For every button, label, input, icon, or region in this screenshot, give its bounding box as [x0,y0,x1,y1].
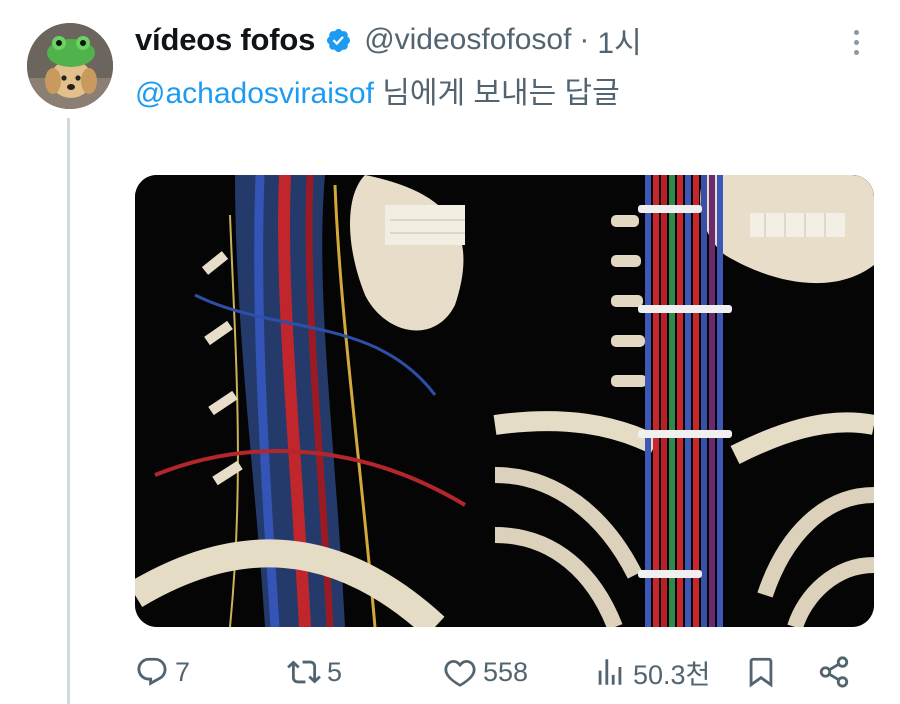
share-icon [817,655,851,689]
view-count: 50.3천 [633,659,711,690]
more-vertical-icon[interactable] [846,26,866,62]
reply-count: 7 [175,656,191,687]
reply-context-text: 님에게 보내는 답글 [373,77,620,110]
puppy-avatar-image [27,23,113,109]
reply-icon [135,655,169,689]
verified-badge-icon [325,27,352,54]
handle[interactable]: @videosfofosof [364,23,571,57]
tweet-actions-bar: 7 5 558 50.3천 [135,648,875,696]
tweet-header: vídeos fofos @videosfofosof · 1시 [135,18,642,62]
views-chart-icon [593,655,627,689]
share-button[interactable] [817,648,851,696]
bookmark-icon [744,655,778,689]
heart-icon [443,655,477,689]
like-count: 558 [483,656,529,687]
anatomy-illustration [135,175,874,627]
retweet-button[interactable]: 5 [287,648,342,696]
views-button[interactable]: 50.3천 [593,648,710,696]
avatar[interactable] [27,23,113,109]
separator-dot: · [579,23,590,56]
thread-line [67,118,70,704]
reply-button[interactable]: 7 [135,648,190,696]
reply-context: @achadosviraisof 님에게 보내는 답글 [135,68,620,112]
retweet-count: 5 [327,656,343,687]
retweet-icon [287,655,321,689]
reply-mention-link[interactable]: @achadosviraisof [135,77,374,110]
bookmark-button[interactable] [744,648,778,696]
tweet-media-image[interactable] [135,175,874,627]
timestamp[interactable]: 1시 [597,18,641,62]
display-name[interactable]: vídeos fofos [135,22,315,58]
like-button[interactable]: 558 [443,648,528,696]
